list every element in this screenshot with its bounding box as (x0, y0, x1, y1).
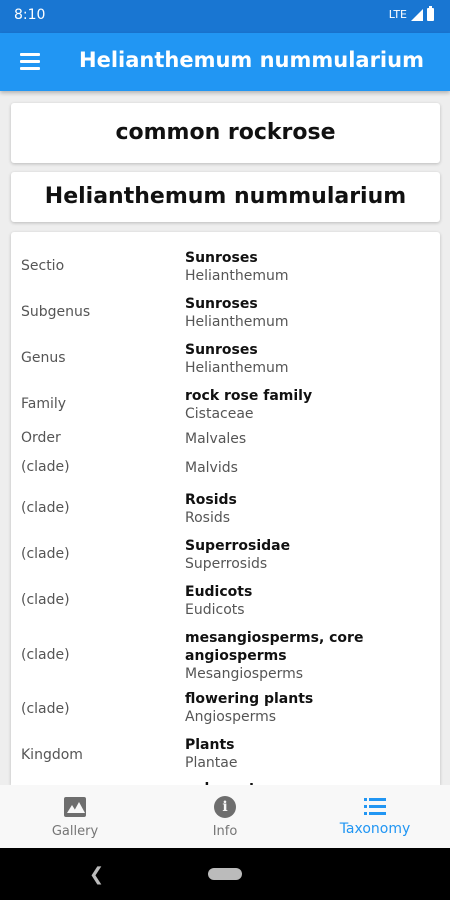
scientific-name: Eudicots (185, 602, 245, 618)
scientific-name: Angiosperms (185, 709, 277, 725)
rank-label: Subgenus (21, 304, 91, 320)
rank-label: Order (21, 430, 61, 446)
app-bar: Helianthemum nummularium (0, 33, 450, 91)
rank-label: (clade) (21, 592, 70, 608)
status-bar: 8:10 LTE (0, 0, 450, 33)
common-name: Eudicots (185, 584, 253, 600)
common-name: common rockrose (115, 120, 336, 145)
rank-label: Family (21, 396, 67, 412)
network-label: LTE (388, 8, 407, 21)
rank-label: (clade) (21, 546, 70, 562)
battery-icon (427, 6, 434, 21)
common-name: Plants (185, 737, 235, 753)
home-pill[interactable] (208, 868, 242, 880)
rank-label: Genus (21, 350, 66, 366)
status-time: 8:10 (14, 7, 46, 23)
rank-label: (clade) (21, 701, 70, 717)
nav-label: Info (212, 824, 238, 839)
app-title: Helianthemum nummularium (79, 48, 424, 72)
common-name: rock rose family (185, 388, 313, 404)
nav-gallery[interactable]: Gallery (0, 785, 150, 848)
back-icon[interactable]: ❮ (89, 864, 104, 885)
rank-label: (clade) (21, 459, 70, 475)
common-name: Sunroses (185, 296, 258, 312)
menu-icon[interactable] (18, 51, 42, 73)
signal-icon (411, 8, 423, 21)
status-indicators: LTE (388, 6, 434, 21)
system-navigation-bar: ❮ (0, 848, 450, 900)
info-icon: i (214, 796, 236, 818)
taxonomy-card: Sectio Sunroses Helianthemum Subgenus Su… (11, 232, 440, 785)
scientific-name: Mesangiosperms (185, 666, 304, 682)
nav-info[interactable]: i Info (150, 785, 300, 848)
rank-label: Kingdom (21, 747, 83, 763)
gallery-icon (64, 797, 86, 817)
scientific-name: Helianthemum (185, 314, 289, 330)
nav-taxonomy[interactable]: Taxonomy (300, 785, 450, 848)
common-name: Sunroses (185, 342, 258, 358)
scientific-name: Helianthemum nummularium (44, 184, 407, 209)
scientific-name: Plantae (185, 755, 238, 771)
common-name-card: common rockrose (11, 103, 440, 163)
nav-label: Gallery (51, 824, 99, 839)
common-name: Superrosidae (185, 538, 291, 554)
scientific-name: Helianthemum (185, 360, 289, 376)
rank-label: (clade) (21, 647, 70, 663)
bottom-navigation: Gallery i Info Taxonomy (0, 785, 450, 848)
list-icon (364, 798, 386, 816)
rank-label: (clade) (21, 500, 70, 516)
scientific-name: Rosids (185, 510, 231, 526)
rank-label: Sectio (21, 258, 65, 274)
common-name: Sunroses (185, 250, 258, 266)
nav-label: Taxonomy (339, 821, 411, 837)
scientific-name: Cistaceae (185, 406, 254, 422)
common-name: mesangiosperms, core angiosperms (185, 630, 364, 664)
common-name: Rosids (185, 492, 237, 508)
scientific-name-card: Helianthemum nummularium (11, 172, 440, 222)
scientific-name: Malvales (185, 431, 247, 447)
scientific-name: Superrosids (185, 556, 268, 572)
common-name: flowering plants (185, 691, 314, 707)
scientific-name: Malvids (185, 460, 238, 476)
scientific-name: Helianthemum (185, 268, 289, 284)
